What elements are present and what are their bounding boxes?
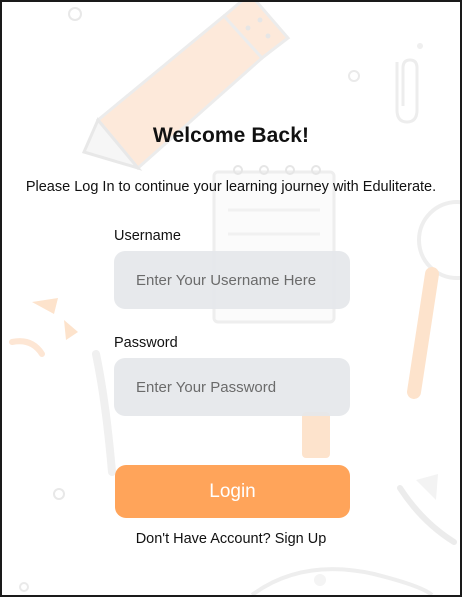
page-title: Welcome Back! xyxy=(152,124,310,147)
login-button[interactable]: Login xyxy=(115,465,350,518)
signup-question: Don't Have Account? xyxy=(135,531,271,547)
password-input[interactable] xyxy=(114,358,350,416)
page-subtitle: Please Log In to continue your learning … xyxy=(25,179,437,195)
login-form: Welcome Back! Please Log In to continue … xyxy=(2,2,460,595)
login-page: Welcome Back! Please Log In to continue … xyxy=(0,0,462,597)
signup-link[interactable]: Sign Up xyxy=(275,531,327,547)
password-label: Password xyxy=(114,335,178,351)
username-label: Username xyxy=(114,228,181,244)
signup-prompt: Don't Have Account? Sign Up xyxy=(2,531,460,547)
username-input[interactable] xyxy=(114,251,350,309)
